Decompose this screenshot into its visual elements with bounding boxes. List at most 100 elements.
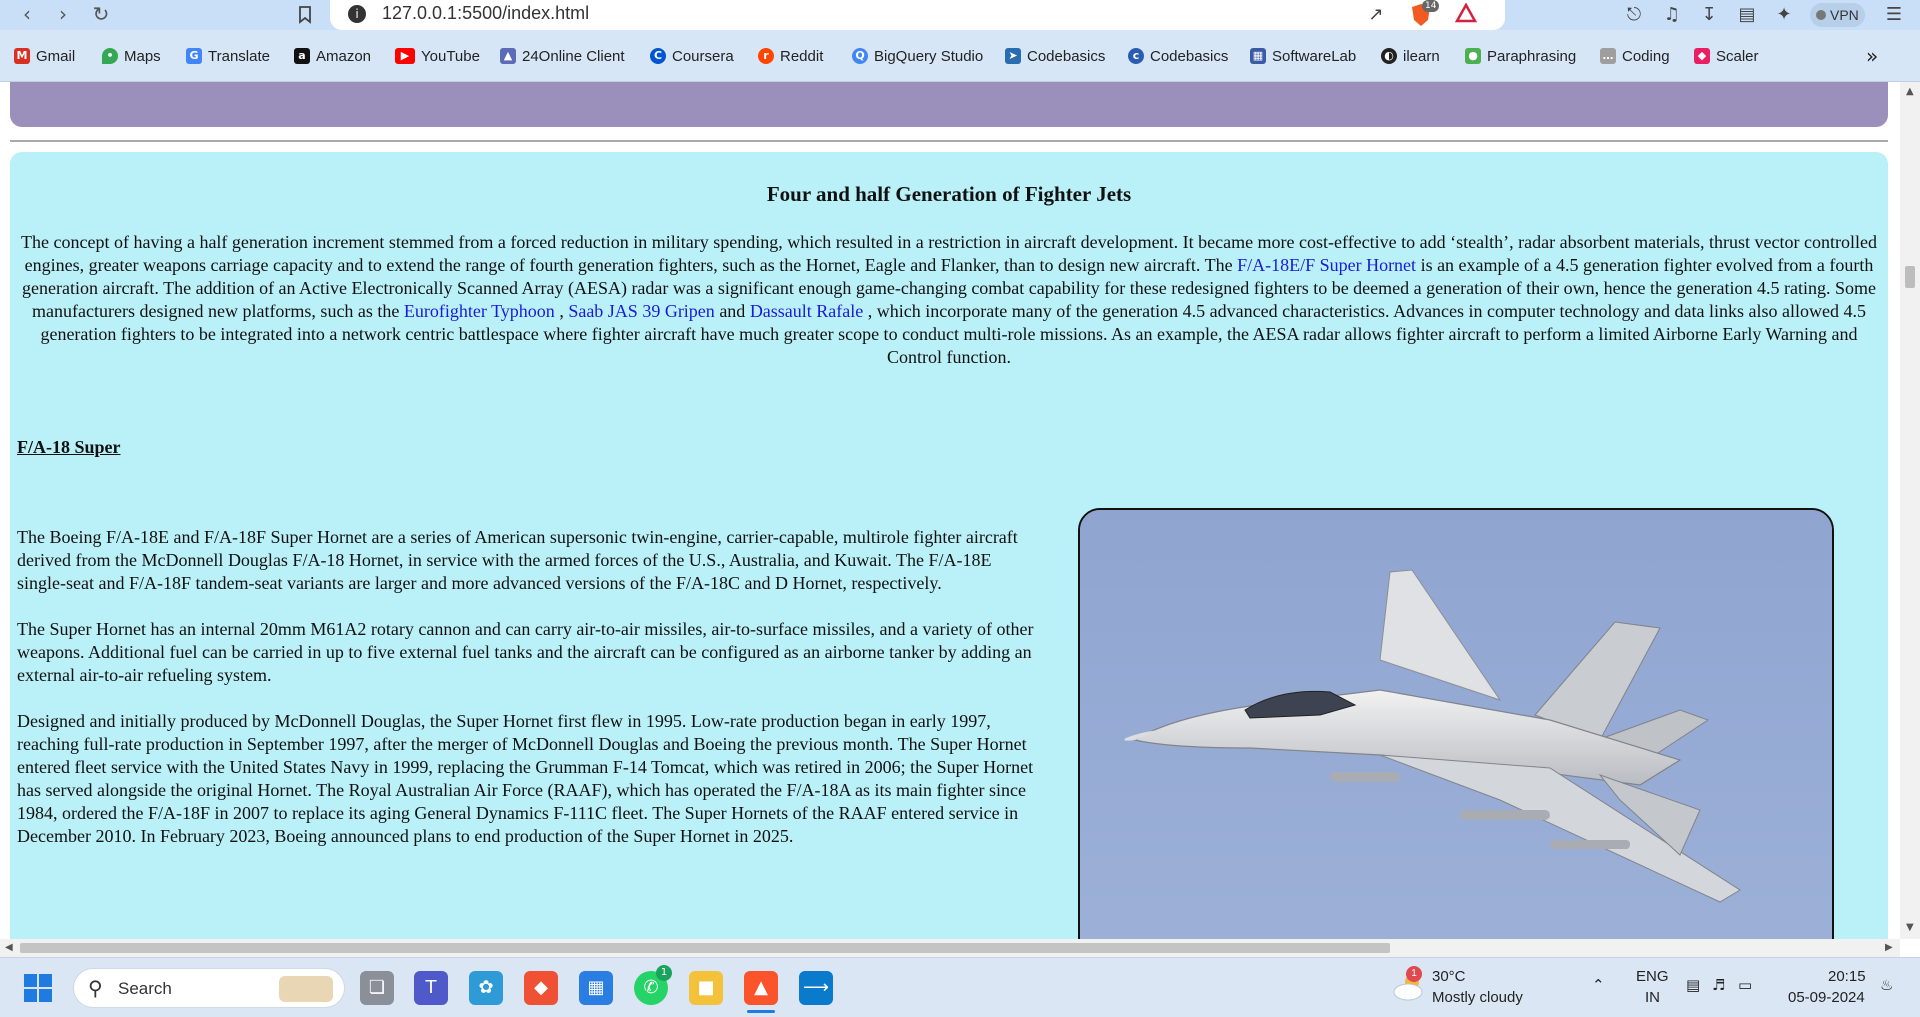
extensions-icon[interactable]: ⎋ [1622,3,1646,27]
youtube-icon: ▶ [395,48,415,64]
bookmark-label: 24Online Client [522,47,625,65]
notification-bell-icon[interactable]: ♨ [1880,976,1893,994]
clock-date[interactable]: 05-09-2024 [1788,989,1865,1006]
start-windows-icon[interactable] [24,974,52,1002]
bookmark-label: Codebasics [1150,47,1229,65]
codebasics-icon: c [1128,48,1144,64]
vertical-scrollbar[interactable]: ▲ ▼ [1900,82,1920,939]
language-region[interactable]: IN [1645,989,1660,1006]
bookmark-paraphrasing[interactable]: ● Paraphrasing [1465,45,1576,67]
taskbar-search[interactable]: ⚲ Search [73,968,345,1008]
dassault-rafale-link[interactable]: Dassault Rafale [750,301,863,321]
bookmark-gmail[interactable]: M Gmail [14,45,75,67]
bookmark-label: Paraphrasing [1487,47,1577,65]
scroll-up-icon[interactable]: ▲ [1906,86,1914,97]
translate-icon: G [186,48,202,64]
bookmark-translate[interactable]: G Translate [186,45,270,67]
back-arrow-icon[interactable]: ‹ [14,2,40,28]
vertical-scroll-thumb[interactable] [1905,266,1915,288]
git-icon[interactable]: ◆ [524,971,558,1005]
teams-icon[interactable]: T [414,971,448,1005]
reddit-icon: r [758,48,774,64]
paraphrasing-icon: ● [1465,48,1481,64]
store-icon[interactable]: ▦ [579,971,613,1005]
horizontal-scrollbar[interactable]: ◀ ▶ [0,939,1900,957]
scroll-left-icon[interactable]: ◀ [5,942,13,953]
address-bar[interactable]: i 127.0.0.1:5500/index.html ↗ 14 [330,0,1505,30]
task-view-icon[interactable]: ❏ [360,971,394,1005]
saab-gripen-link[interactable]: Saab JAS 39 Gripen [568,301,715,321]
vpn-label: VPN [1830,7,1859,23]
bookmark-bigquery[interactable]: Q BigQuery Studio [852,45,983,67]
forward-arrow-icon[interactable]: › [50,2,76,28]
temperature[interactable]: 30°C [1432,968,1466,985]
copilot-icon[interactable]: ✿ [469,971,503,1005]
bookmark-softwarelab[interactable]: ▦ SoftwareLab [1250,45,1356,67]
brave-shields-icon[interactable]: 14 [1408,0,1440,27]
vpn-button[interactable]: VPN [1810,3,1865,27]
volume-icon[interactable]: ♬ [1712,976,1725,994]
bookmark-codebasics-1[interactable]: ➤ Codebasics [1005,45,1105,67]
bookmark-youtube[interactable]: ▶ YouTube [395,45,480,67]
description-paragraph: Designed and initially produced by McDon… [17,711,1034,846]
whatsapp-icon[interactable]: ✆ 1 [634,965,672,1005]
file-explorer-icon[interactable]: ■ [689,971,723,1005]
bookmark-label: Translate [208,47,270,65]
bookmarks-bar: M Gmail • Maps G Translate a Amazon ▶ YouTube… [0,30,1920,82]
bookmark-reddit[interactable]: r Reddit [758,45,823,67]
bookmark-coding[interactable]: … Coding [1600,45,1670,67]
section-title: Four and half Generation of Fighter Jets [766,182,1132,206]
bookmark-maps[interactable]: • Maps [102,45,161,67]
bookmark-label: YouTube [421,47,480,65]
maps-icon: • [102,48,118,64]
bookmark-scaler[interactable]: ◆ Scaler [1694,45,1759,67]
battery-icon[interactable]: ▭ [1738,976,1752,994]
whatsapp-badge: 1 [656,965,672,981]
search-highlight-icon [279,976,333,1002]
share-icon[interactable]: ↗ [1364,3,1388,27]
weather-cloud-icon[interactable]: 1 [1392,966,1426,1002]
softwarelab-icon: ▦ [1250,48,1266,64]
search-icon: ⚲ [88,976,103,1000]
bookmark-icon[interactable] [292,2,318,28]
bookmark-24online[interactable]: ▲ 24Online Client [500,45,625,67]
reload-icon[interactable]: ↻ [88,2,114,28]
scroll-right-icon[interactable]: ▶ [1885,942,1893,953]
description-paragraph: The Super Hornet has an internal 20mm M6… [17,619,1034,685]
language-code[interactable]: ENG [1636,968,1669,985]
media-icon[interactable]: ♫ [1660,3,1684,27]
url-text[interactable]: 127.0.0.1:5500/index.html [382,3,589,24]
site-info-icon[interactable]: i [348,5,366,23]
network-icon[interactable]: ▤ [1686,976,1700,994]
bookmark-coursera[interactable]: C Coursera [650,45,734,67]
weather-description[interactable]: Mostly cloudy [1432,989,1523,1006]
vscode-icon[interactable]: ⟶ [799,971,833,1005]
eurofighter-typhoon-link[interactable]: Eurofighter Typhoon [404,301,555,321]
shields-count-badge: 14 [1422,0,1440,12]
24online-icon: ▲ [500,48,516,64]
active-app-indicator [747,1010,775,1013]
page-viewport: Four and half Generation of Fighter Jets… [0,82,1900,939]
menu-icon[interactable]: ☰ [1882,3,1906,27]
brave-browser-icon[interactable]: ▲ [744,971,778,1005]
clock-time[interactable]: 20:15 [1828,968,1866,985]
more-bookmarks-icon[interactable]: » [1866,44,1878,68]
bookmark-label: SoftwareLab [1272,47,1357,65]
downloads-icon[interactable]: ↧ [1697,3,1721,27]
bookmark-ilearn[interactable]: ◐ ilearn [1381,45,1440,67]
wallet-icon[interactable]: ▤ [1735,3,1759,27]
scroll-down-icon[interactable]: ▼ [1906,922,1914,933]
super-hornet-link[interactable]: F/A-18E/F Super Hornet [1237,255,1416,275]
bookmark-label: Gmail [36,47,76,65]
tray-overflow-chevron-icon[interactable]: ⌃ [1592,976,1605,994]
aircraft-heading: F/A-18 Super [17,437,121,457]
bookmark-codebasics-2[interactable]: c Codebasics [1128,45,1228,67]
horizontal-scroll-thumb[interactable] [20,943,1390,953]
leo-ai-icon[interactable]: ✦ [1772,3,1796,27]
brave-rewards-icon[interactable] [1454,2,1478,27]
coursera-icon: C [650,48,666,64]
bookmark-label: ilearn [1403,47,1440,65]
scaler-icon: ◆ [1694,48,1710,64]
browser-toolbar: ‹ › ↻ i 127.0.0.1:5500/index.html ↗ 14 ⎋… [0,0,1920,30]
bookmark-amazon[interactable]: a Amazon [294,45,371,67]
